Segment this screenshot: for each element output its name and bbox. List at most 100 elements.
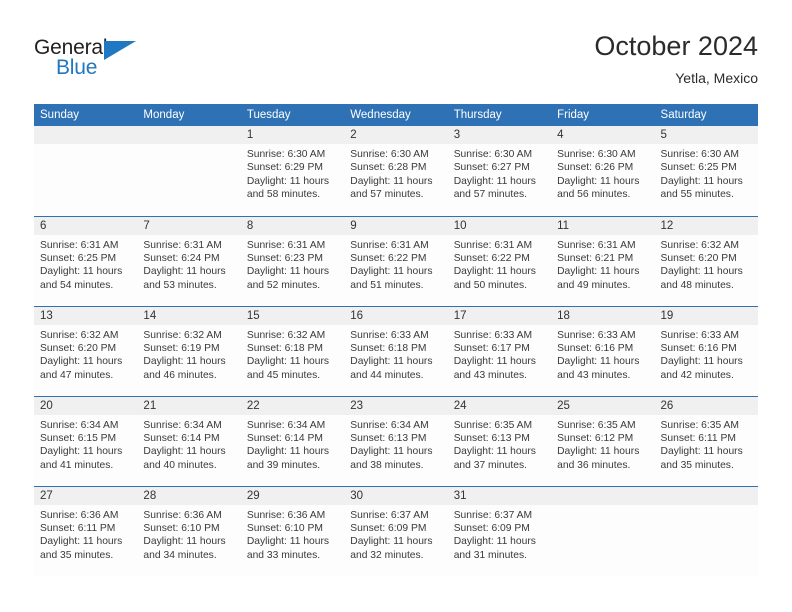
calendar-day-cell[interactable]: 2 Sunrise: 6:30 AM Sunset: 6:28 PM Daylig… [344,126,448,216]
logo-triangle-icon [104,41,136,60]
calendar-day-cell[interactable]: 24 Sunrise: 6:35 AM Sunset: 6:13 PM Dayli… [447,395,552,486]
sun-times-details: Sunrise: 6:35 AM Sunset: 6:12 PM Dayligh… [557,419,640,471]
calendar-day-cell[interactable]: 28 Sunrise: 6:36 AM Sunset: 6:10 PM Dayli… [137,485,241,577]
calendar-day-cell[interactable]: 5 Sunrise: 6:30 AM Sunset: 6:25 PM Daylig… [654,126,758,216]
location-subtitle: Yetla, Mexico [675,70,758,86]
sun-times-details: Sunrise: 6:34 AM Sunset: 6:14 PM Dayligh… [246,419,330,471]
sun-times-details: Sunrise: 6:35 AM Sunset: 6:11 PM Dayligh… [660,419,743,471]
calendar-day-cell[interactable]: 15 Sunrise: 6:32 AM Sunset: 6:18 PM Dayli… [240,305,345,396]
calendar-day-cell[interactable]: 1 Sunrise: 6:30 AM Sunset: 6:29 PM Daylig… [240,126,345,216]
title-block: October 2024 Yetla, Mexico [594,30,758,88]
day-number: 8 [240,216,345,235]
day-number: 9 [344,216,448,235]
calendar-day-cell[interactable]: 17 Sunrise: 6:33 AM Sunset: 6:17 PM Dayli… [447,305,552,396]
calendar-day-cell[interactable]: 10 Sunrise: 6:31 AM Sunset: 6:22 PM Dayli… [447,215,552,306]
calendar-day-cell-empty [137,126,241,216]
calendar-day-cell-inner: 23 Sunrise: 6:34 AM Sunset: 6:13 PM Dayli… [344,396,448,486]
calendar-week-row: 27 Sunrise: 6:36 AM Sunset: 6:11 PM Dayli… [34,485,758,577]
sun-times-details: Sunrise: 6:31 AM Sunset: 6:22 PM Dayligh… [453,239,536,291]
sun-times-details: Sunrise: 6:30 AM Sunset: 6:27 PM Dayligh… [453,149,536,201]
calendar-day-cell-inner: 30 Sunrise: 6:37 AM Sunset: 6:09 PM Dayli… [344,486,448,577]
calendar-day-cell[interactable]: 30 Sunrise: 6:37 AM Sunset: 6:09 PM Dayli… [344,485,448,577]
calendar-day-cell-empty [654,485,758,577]
weekday-header-tuesday: Tuesday [240,104,345,126]
calendar-day-cell[interactable]: 31 Sunrise: 6:37 AM Sunset: 6:09 PM Dayli… [447,485,552,577]
sun-times-details: Sunrise: 6:36 AM Sunset: 6:10 PM Dayligh… [143,509,226,561]
day-number: 5 [654,126,758,144]
calendar-day-cell-inner: 4 Sunrise: 6:30 AM Sunset: 6:26 PM Daylig… [551,126,655,216]
calendar-day-cell[interactable]: 7 Sunrise: 6:31 AM Sunset: 6:24 PM Daylig… [137,215,241,306]
sun-times-details: Sunrise: 6:35 AM Sunset: 6:13 PM Dayligh… [453,419,536,471]
calendar-day-cell-inner: 10 Sunrise: 6:31 AM Sunset: 6:22 PM Dayli… [447,216,552,306]
calendar-day-cell-inner: 17 Sunrise: 6:33 AM Sunset: 6:17 PM Dayli… [447,306,552,396]
weekday-header-saturday: Saturday [654,104,758,126]
calendar-day-cell[interactable]: 20 Sunrise: 6:34 AM Sunset: 6:15 PM Dayli… [34,395,138,486]
calendar-day-cell[interactable]: 16 Sunrise: 6:33 AM Sunset: 6:18 PM Dayli… [344,305,448,396]
calendar-day-cell[interactable]: 12 Sunrise: 6:32 AM Sunset: 6:20 PM Dayli… [654,215,758,306]
calendar-day-cell[interactable]: 27 Sunrise: 6:36 AM Sunset: 6:11 PM Dayli… [34,485,138,576]
calendar-day-cell[interactable]: 8 Sunrise: 6:31 AM Sunset: 6:23 PM Daylig… [240,215,345,306]
calendar-body: 1 Sunrise: 6:30 AM Sunset: 6:29 PM Daylig… [34,126,758,576]
calendar-week-row: 6 Sunrise: 6:31 AM Sunset: 6:25 PM Daylig… [34,215,758,306]
calendar-day-cell[interactable]: 4 Sunrise: 6:30 AM Sunset: 6:26 PM Daylig… [551,126,655,216]
general-blue-logo[interactable]: General Blue [34,36,154,82]
day-number: 3 [447,126,552,144]
sun-times-details: Sunrise: 6:31 AM Sunset: 6:21 PM Dayligh… [557,239,640,291]
calendar-day-cell-inner: 15 Sunrise: 6:32 AM Sunset: 6:18 PM Dayli… [240,306,345,396]
day-number: 11 [551,216,655,235]
weekday-header-row: Sunday Monday Tuesday Wednesday Thursday… [34,104,758,126]
calendar-day-cell[interactable]: 26 Sunrise: 6:35 AM Sunset: 6:11 PM Dayli… [654,395,758,486]
calendar-day-cell[interactable]: 9 Sunrise: 6:31 AM Sunset: 6:22 PM Daylig… [344,215,448,306]
calendar-day-cell[interactable]: 11 Sunrise: 6:31 AM Sunset: 6:21 PM Dayli… [551,215,655,306]
sun-times-details: Sunrise: 6:36 AM Sunset: 6:10 PM Dayligh… [246,509,330,561]
day-number: 26 [654,396,758,415]
sun-times-details: Sunrise: 6:30 AM Sunset: 6:26 PM Dayligh… [557,149,640,201]
calendar-week-row: 20 Sunrise: 6:34 AM Sunset: 6:15 PM Dayli… [34,395,758,486]
calendar-day-cell-inner [137,126,241,216]
calendar-day-cell-inner: 29 Sunrise: 6:36 AM Sunset: 6:10 PM Dayli… [240,486,345,577]
calendar-day-cell-inner: 6 Sunrise: 6:31 AM Sunset: 6:25 PM Daylig… [34,216,138,306]
calendar-day-cell[interactable]: 25 Sunrise: 6:35 AM Sunset: 6:12 PM Dayli… [551,395,655,486]
day-number: 22 [240,396,345,415]
day-number: 18 [551,306,655,325]
sun-times-details: Sunrise: 6:33 AM Sunset: 6:18 PM Dayligh… [350,329,433,381]
sun-times-details: Sunrise: 6:32 AM Sunset: 6:19 PM Dayligh… [143,329,226,381]
weekday-header-sunday: Sunday [34,104,138,126]
calendar-day-cell[interactable]: 6 Sunrise: 6:31 AM Sunset: 6:25 PM Daylig… [34,215,138,306]
calendar-day-cell-inner: 28 Sunrise: 6:36 AM Sunset: 6:10 PM Dayli… [137,486,241,577]
day-number: 31 [447,486,552,505]
sun-times-details: Sunrise: 6:31 AM Sunset: 6:22 PM Dayligh… [350,239,433,291]
calendar-day-cell[interactable]: 3 Sunrise: 6:30 AM Sunset: 6:27 PM Daylig… [447,126,552,216]
calendar-day-cell-inner [654,486,758,577]
calendar-day-cell-inner: 31 Sunrise: 6:37 AM Sunset: 6:09 PM Dayli… [447,486,552,577]
sun-times-details: Sunrise: 6:37 AM Sunset: 6:09 PM Dayligh… [350,509,433,561]
calendar-day-cell-inner: 9 Sunrise: 6:31 AM Sunset: 6:22 PM Daylig… [344,216,448,306]
sun-times-details: Sunrise: 6:30 AM Sunset: 6:28 PM Dayligh… [350,149,433,201]
sun-times-details: Sunrise: 6:37 AM Sunset: 6:09 PM Dayligh… [453,509,536,561]
sun-times-details: Sunrise: 6:30 AM Sunset: 6:25 PM Dayligh… [660,149,743,201]
weekday-header-monday: Monday [137,104,241,126]
logo-text-blue: Blue [56,56,98,79]
calendar-day-cell[interactable]: 13 Sunrise: 6:32 AM Sunset: 6:20 PM Dayli… [34,305,138,396]
day-number: 17 [447,306,552,325]
weekday-header-wednesday: Wednesday [344,104,448,126]
calendar-day-cell[interactable]: 21 Sunrise: 6:34 AM Sunset: 6:14 PM Dayli… [137,395,241,486]
calendar-day-cell[interactable]: 29 Sunrise: 6:36 AM Sunset: 6:10 PM Dayli… [240,485,345,577]
calendar-day-cell[interactable]: 23 Sunrise: 6:34 AM Sunset: 6:13 PM Dayli… [344,395,448,486]
calendar-day-cell[interactable]: 19 Sunrise: 6:33 AM Sunset: 6:16 PM Dayli… [654,305,758,396]
sun-times-details: Sunrise: 6:36 AM Sunset: 6:11 PM Dayligh… [40,509,123,561]
day-number: 15 [240,306,345,325]
day-number [551,486,655,505]
day-number [137,126,241,144]
day-number: 4 [551,126,655,144]
calendar-day-cell-inner: 24 Sunrise: 6:35 AM Sunset: 6:13 PM Dayli… [447,396,552,486]
calendar-day-cell-inner: 11 Sunrise: 6:31 AM Sunset: 6:21 PM Dayli… [551,216,655,306]
calendar-day-cell[interactable]: 14 Sunrise: 6:32 AM Sunset: 6:19 PM Dayli… [137,305,241,396]
calendar-day-cell[interactable]: 18 Sunrise: 6:33 AM Sunset: 6:16 PM Dayli… [551,305,655,396]
calendar-day-cell-inner: 8 Sunrise: 6:31 AM Sunset: 6:23 PM Daylig… [240,216,345,306]
calendar-day-cell[interactable]: 22 Sunrise: 6:34 AM Sunset: 6:14 PM Dayli… [240,395,345,486]
sun-times-details: Sunrise: 6:31 AM Sunset: 6:23 PM Dayligh… [246,239,330,291]
sun-times-details: Sunrise: 6:30 AM Sunset: 6:29 PM Dayligh… [246,149,330,201]
sun-times-details: Sunrise: 6:34 AM Sunset: 6:14 PM Dayligh… [143,419,226,471]
sun-times-details: Sunrise: 6:31 AM Sunset: 6:25 PM Dayligh… [40,239,123,291]
